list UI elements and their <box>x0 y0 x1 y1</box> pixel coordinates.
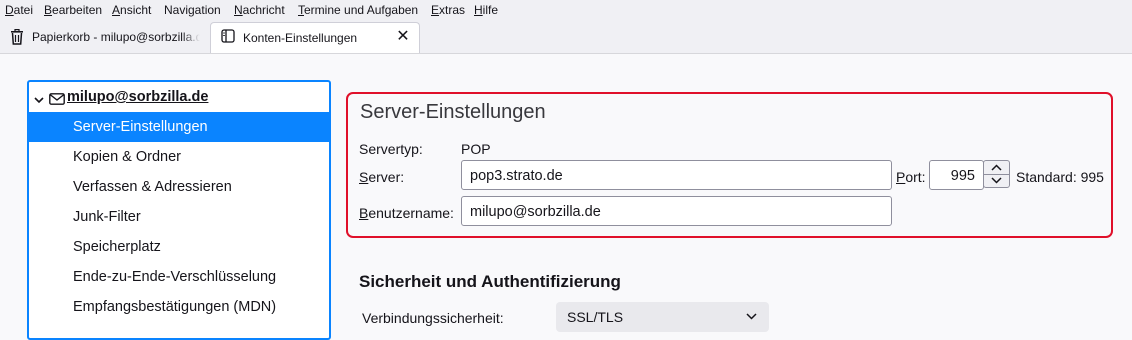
server-settings-title: Server-Einstellungen <box>360 101 546 123</box>
tree-item-label: Verfassen & Adressieren <box>73 179 232 195</box>
menu-termine-und-aufgaben[interactable]: Termine und Aufgaben <box>298 3 418 17</box>
tree-item-verfassen-adressieren[interactable]: Verfassen & Adressieren <box>29 172 329 202</box>
chevron-down-icon[interactable] <box>34 92 44 104</box>
chevron-down-icon <box>746 313 757 320</box>
menu-navigation[interactable]: Navigation <box>164 3 221 17</box>
tree-item-verschluesselung[interactable]: Ende-zu-Ende-Verschlüsselung <box>29 262 329 292</box>
servertyp-label: Servertyp: <box>359 141 423 157</box>
server-input[interactable]: pop3.strato.de <box>461 160 892 190</box>
port-standard-label: Standard: 995 <box>1016 169 1104 185</box>
tree-account-row[interactable]: milupo@sorbzilla.de <box>29 82 329 112</box>
port-stepper[interactable] <box>983 160 1010 188</box>
tab-konten-einstellungen[interactable]: Konten-Einstellungen ✕ <box>210 22 420 53</box>
mail-icon <box>49 92 65 105</box>
tab-papierkorb[interactable]: Papierkorb - milupo@sorbzilla.de <box>0 22 206 53</box>
verbindungssicherheit-label: Verbindungssicherheit: <box>362 310 504 326</box>
tab-strip: Papierkorb - milupo@sorbzilla.de Konten-… <box>0 20 1132 54</box>
servertyp-value: POP <box>461 141 491 157</box>
menu-nachricht[interactable]: Nachricht <box>234 3 285 17</box>
account-tree[interactable]: milupo@sorbzilla.de Server-Einstellungen… <box>27 80 331 340</box>
tree-item-label: Speicherplatz <box>73 239 161 255</box>
menu-bar: Datei Bearbeiten Ansicht Navigation Nach… <box>0 0 1132 20</box>
tree-item-label: Junk-Filter <box>73 209 141 225</box>
menu-extras[interactable]: Extras <box>431 3 465 17</box>
menu-ansicht[interactable]: Ansicht <box>112 3 151 17</box>
menu-bearbeiten[interactable]: Bearbeiten <box>44 3 102 17</box>
security-heading: Sicherheit und Authentifizierung <box>359 272 621 291</box>
trash-icon <box>10 28 24 45</box>
account-settings-icon <box>221 29 235 45</box>
close-icon[interactable]: ✕ <box>395 29 411 45</box>
spin-up-button[interactable] <box>984 161 1009 175</box>
tab-label: Papierkorb - milupo@sorbzilla.de <box>32 30 200 44</box>
select-value: SSL/TLS <box>567 309 624 325</box>
server-input-value: pop3.strato.de <box>470 168 563 184</box>
benutzername-input-value: milupo@sorbzilla.de <box>470 204 601 220</box>
server-label: Server: <box>359 169 405 185</box>
tree-item-server-einstellungen[interactable]: Server-Einstellungen <box>29 112 329 142</box>
port-input-value: 995 <box>950 168 975 184</box>
chevron-down-icon <box>991 177 1002 184</box>
tree-item-label: Ende-zu-Ende-Verschlüsselung <box>73 269 277 285</box>
tab-label: Konten-Einstellungen <box>243 31 358 45</box>
tree-item-label: Empfangsbestätigungen (MDN) <box>73 299 277 315</box>
tree-item-label: Kopien & Ordner <box>73 149 182 165</box>
tree-item-speicherplatz[interactable]: Speicherplatz <box>29 232 329 262</box>
spin-down-button[interactable] <box>984 174 1009 187</box>
verbindungssicherheit-select[interactable]: SSL/TLS <box>556 302 769 332</box>
account-settings-content: milupo@sorbzilla.de Server-Einstellungen… <box>0 54 1132 340</box>
tree-item-label: Server-Einstellungen <box>73 119 208 135</box>
tree-item-kopien-ordner[interactable]: Kopien & Ordner <box>29 142 329 172</box>
port-input[interactable]: 995 <box>929 160 984 190</box>
benutzername-input[interactable]: milupo@sorbzilla.de <box>461 196 892 226</box>
account-name: milupo@sorbzilla.de <box>67 89 209 105</box>
port-label: Port: <box>896 169 926 185</box>
tree-item-empfangsbestaetigungen[interactable]: Empfangsbestätigungen (MDN) <box>29 292 329 322</box>
benutzername-label: Benutzername: <box>359 205 454 221</box>
chevron-up-icon <box>991 164 1002 171</box>
menu-datei[interactable]: Datei <box>5 3 33 17</box>
tree-item-junk-filter[interactable]: Junk-Filter <box>29 202 329 232</box>
menu-hilfe[interactable]: Hilfe <box>474 3 498 17</box>
